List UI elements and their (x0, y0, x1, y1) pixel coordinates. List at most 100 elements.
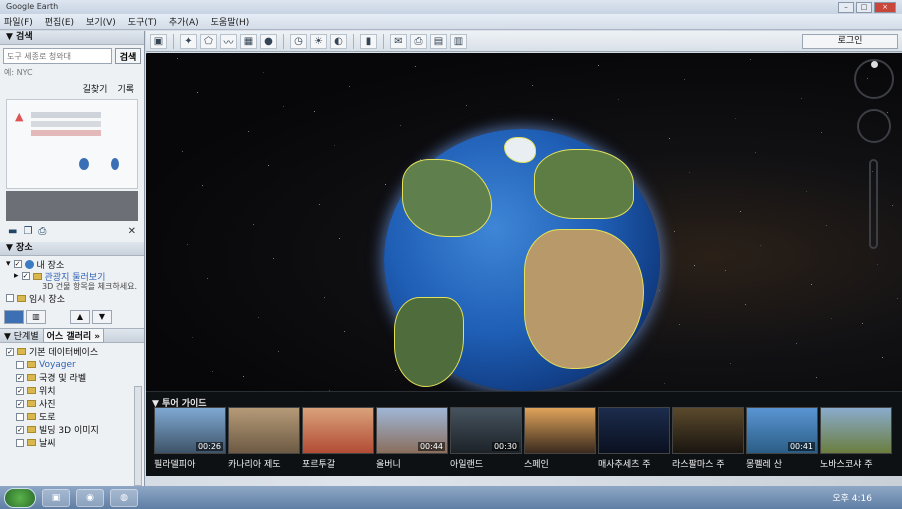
checkbox[interactable]: ✓ (13, 260, 22, 268)
checkbox[interactable] (16, 438, 24, 447)
layer-row[interactable]: ✓ 국경 및 라벨 (6, 371, 138, 384)
tree-row-my-places[interactable]: ▾ ✓ 내 장소 (6, 258, 138, 271)
tour-thumbnail-image[interactable] (672, 407, 744, 454)
tour-thumbnail-image[interactable] (598, 407, 670, 454)
star (694, 265, 695, 266)
path-icon[interactable]: 〰 (220, 33, 237, 49)
sightseeing-label[interactable]: 관광지 둘러보기 (45, 270, 106, 283)
layer-row[interactable]: 도로 (6, 410, 138, 423)
checkbox[interactable]: ✓ (21, 272, 30, 280)
layers-title[interactable]: ▼ 단계별 (4, 329, 39, 342)
earth-view[interactable] (146, 53, 902, 391)
menu-add[interactable]: 추가(A) (169, 15, 199, 28)
earth-globe[interactable] (384, 129, 660, 391)
north-icon[interactable] (871, 61, 878, 68)
tour-thumbnail[interactable]: 00:26 필라델피아 (154, 407, 226, 470)
maps-icon[interactable]: ▥ (450, 33, 467, 49)
tour-thumbnail[interactable]: 스페인 (524, 407, 596, 470)
tour-thumbnail-image[interactable] (228, 407, 300, 454)
checkbox[interactable]: ✓ (16, 373, 24, 382)
print-icon[interactable]: ⎙ (410, 33, 427, 49)
login-button[interactable]: 로그인 (802, 34, 898, 49)
checkbox[interactable]: ✓ (6, 347, 14, 356)
tour-thumbnail-image[interactable]: 00:41 (746, 407, 818, 454)
explorer-icon[interactable]: ▣ (42, 488, 70, 507)
record-tour-icon[interactable]: ● (260, 33, 277, 49)
tour-thumbnail-image[interactable]: 00:44 (376, 407, 448, 454)
tour-thumbnail-image[interactable] (820, 407, 892, 454)
save-image-icon[interactable]: ▤ (430, 33, 447, 49)
search-button[interactable]: 검색 (115, 48, 141, 64)
tour-thumbnail[interactable]: 라스팔마스 주 (672, 407, 744, 470)
tour-thumbnail[interactable]: 매사추세츠 주 (598, 407, 670, 470)
layer-row[interactable]: Voyager (6, 358, 138, 371)
menu-file[interactable]: 파일(F) (4, 15, 33, 28)
start-button[interactable] (4, 487, 36, 508)
sidebar-toggle-icon[interactable]: ▣ (150, 33, 167, 49)
earth-gallery-button[interactable]: 어스 갤러리 » (42, 328, 105, 343)
zoom-slider[interactable] (869, 159, 878, 249)
tree-row-sightseeing[interactable]: ▸ ✓ 관광지 둘러보기 (6, 270, 138, 283)
layer-row[interactable]: ✓ 기본 데이터베이스 (6, 345, 138, 358)
menu-help[interactable]: 도움말(H) (211, 15, 250, 28)
planets-icon[interactable]: ◐ (330, 33, 347, 49)
layers-scrollbar[interactable] (134, 386, 142, 486)
checkbox[interactable] (16, 360, 24, 369)
tour-thumbnail[interactable]: 포르투갈 (302, 407, 374, 470)
ruler-icon[interactable]: ▮ (360, 33, 377, 49)
star (466, 105, 467, 106)
checkbox[interactable] (6, 294, 14, 302)
folder-icon[interactable]: ▬ (8, 226, 17, 237)
tab-history[interactable]: 기록 (117, 82, 134, 95)
checkbox[interactable]: ✓ (16, 399, 24, 408)
tour-thumbnail-image[interactable]: 00:30 (450, 407, 522, 454)
maximize-button[interactable]: □ (856, 2, 872, 13)
tab-directions[interactable]: 길찾기 (83, 82, 108, 95)
layer-row[interactable]: ✓ 사진 (6, 397, 138, 410)
polygon-icon[interactable]: ⬠ (200, 33, 217, 49)
checkbox[interactable]: ✓ (16, 425, 24, 434)
menu-edit[interactable]: 편집(E) (45, 15, 74, 28)
layer-row[interactable]: ✓ 빌딩 3D 이미지 (6, 423, 138, 436)
sunlight-icon[interactable]: ☀ (310, 33, 327, 49)
places-header[interactable]: ▼ 장소 (0, 242, 144, 256)
print-icon[interactable]: ⎙ (38, 226, 46, 237)
move-down-icon[interactable]: ▼ (92, 310, 112, 324)
google-earth-icon[interactable]: ◍ (110, 488, 138, 507)
checkbox[interactable]: ✓ (16, 386, 24, 395)
menu-tools[interactable]: 도구(T) (128, 15, 157, 28)
search-header[interactable]: ▼ 검색 (0, 31, 144, 45)
tree-row-temporary[interactable]: 임시 장소 (6, 292, 138, 305)
tour-thumbnail-image[interactable] (524, 407, 596, 454)
tour-thumbnail[interactable]: 00:30 아일랜드 (450, 407, 522, 470)
expand-icon[interactable]: ▸ (14, 271, 19, 281)
view-list-icon[interactable]: ▥ (26, 310, 46, 324)
tour-thumbnail-image[interactable]: 00:26 (154, 407, 226, 454)
search-input[interactable] (3, 48, 112, 64)
minimize-button[interactable]: – (838, 2, 854, 13)
tour-thumbnail[interactable]: 카나리아 제도 (228, 407, 300, 470)
star (319, 204, 320, 205)
close-button[interactable]: × (874, 2, 896, 13)
copy-icon[interactable]: ❐ (23, 226, 32, 237)
tour-thumbnail[interactable]: 00:41 몽펠레 산 (746, 407, 818, 470)
layer-label: 기본 데이터베이스 (29, 348, 99, 358)
browser-icon[interactable]: ◉ (76, 488, 104, 507)
menu-view[interactable]: 보기(V) (86, 15, 116, 28)
move-control[interactable] (857, 109, 891, 143)
tour-thumbnail[interactable]: 노바스코샤 주 (820, 407, 892, 470)
layer-row[interactable]: ✓ 위치 (6, 384, 138, 397)
tour-thumbnail-image[interactable] (302, 407, 374, 454)
placemark-icon[interactable]: ✦ (180, 33, 197, 49)
search-places-icon[interactable] (4, 310, 24, 324)
tour-thumbnail[interactable]: 00:44 올버니 (376, 407, 448, 470)
move-up-icon[interactable]: ▲ (70, 310, 90, 324)
expand-icon[interactable]: ▾ (6, 259, 11, 269)
overlay-icon[interactable]: ▦ (240, 33, 257, 49)
checkbox[interactable] (16, 412, 24, 421)
toolbar-divider (383, 33, 384, 49)
email-icon[interactable]: ✉ (390, 33, 407, 49)
layer-row[interactable]: 날씨 (6, 436, 138, 449)
clear-icon[interactable]: ✕ (128, 226, 136, 237)
history-icon[interactable]: ◷ (290, 33, 307, 49)
